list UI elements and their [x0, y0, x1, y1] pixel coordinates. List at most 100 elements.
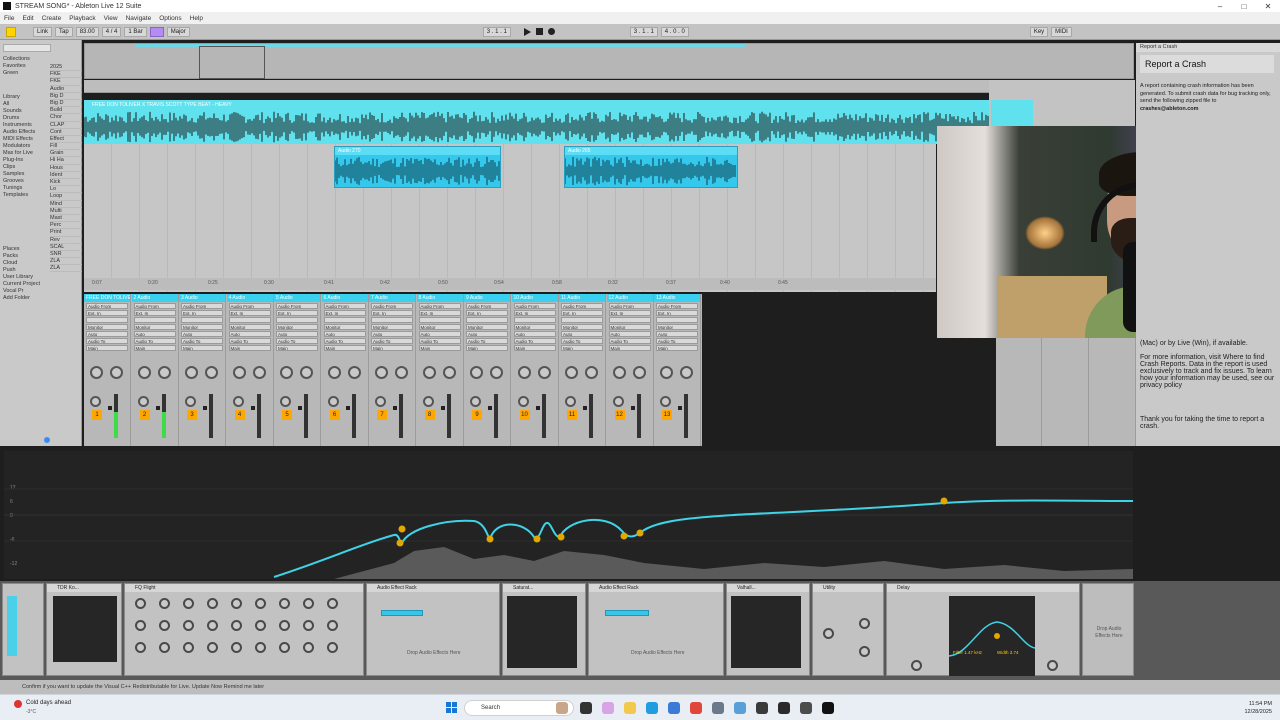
- time-ruler[interactable]: 0:07 0:20 0:25 0:30 0:41 0:42 0:50 0:54 …: [84, 278, 936, 290]
- pan-knob[interactable]: [470, 366, 483, 379]
- browser-file-item[interactable]: Mast: [50, 215, 82, 223]
- pan-knob[interactable]: [660, 366, 673, 379]
- loop-start[interactable]: 3 . 1 . 1: [629, 26, 658, 37]
- output-select[interactable]: Main: [228, 345, 271, 351]
- eq-parameter-knob[interactable]: [279, 598, 290, 609]
- pan-knob[interactable]: [137, 366, 151, 379]
- input-channel-select[interactable]: [371, 317, 413, 323]
- browser-file-item[interactable]: ZLA: [50, 265, 82, 273]
- browser-file-item[interactable]: Lo: [50, 186, 82, 194]
- dry-wet-knob[interactable]: [1047, 660, 1058, 671]
- menu-create[interactable]: Create: [38, 15, 66, 22]
- mixer-channel[interactable]: 6 Audio Audio From Ext. In Monitor Auto Audio…: [321, 294, 369, 446]
- library-item[interactable]: Audio Effects: [3, 129, 45, 136]
- weather-widget[interactable]: Cold days ahead -3°C: [14, 700, 71, 715]
- places-item[interactable]: Push: [3, 267, 45, 274]
- output-select[interactable]: Main: [181, 345, 223, 351]
- mixer-channel[interactable]: FREE DON TOLIVER Audio From Ext. In Monitor…: [84, 294, 131, 446]
- pan-knob[interactable]: [517, 366, 531, 379]
- device-valhalla[interactable]: Valhall...: [726, 583, 810, 676]
- library-item[interactable]: All: [3, 101, 45, 108]
- eq-band-handle[interactable]: [533, 535, 541, 543]
- browser-file-item[interactable]: Grain: [50, 150, 82, 158]
- monitor-select[interactable]: Auto: [228, 331, 271, 337]
- eq-parameter-knob[interactable]: [279, 620, 290, 631]
- volume-knob[interactable]: [185, 396, 196, 407]
- channel-name[interactable]: 6 Audio: [321, 294, 368, 302]
- eq-parameter-knob[interactable]: [183, 598, 194, 609]
- send-knob[interactable]: [680, 366, 693, 379]
- input-channel-select[interactable]: [513, 317, 556, 323]
- channel-name[interactable]: 10 Audio: [511, 294, 558, 302]
- pan-knob[interactable]: [422, 366, 436, 379]
- places-item[interactable]: User Library: [3, 274, 45, 281]
- monitor-select[interactable]: Auto: [466, 331, 508, 337]
- library-item[interactable]: Sounds: [3, 108, 45, 115]
- browser-file-item[interactable]: Hi Ha: [50, 157, 82, 165]
- collection-favorites[interactable]: Favorites: [3, 63, 45, 70]
- chrome-icon[interactable]: [690, 702, 702, 714]
- library-item[interactable]: Tunings: [3, 185, 45, 192]
- output-select[interactable]: Main: [418, 345, 461, 351]
- browser-file-item[interactable]: Kick: [50, 179, 82, 187]
- input-channel-select[interactable]: [133, 317, 176, 323]
- track-activator[interactable]: 9: [472, 410, 482, 420]
- track-activator[interactable]: 10: [519, 410, 530, 420]
- monitor-select[interactable]: Auto: [656, 331, 698, 337]
- send-knob[interactable]: [395, 366, 408, 379]
- menu-options[interactable]: Options: [155, 15, 185, 22]
- device-audio-effect-rack-2[interactable]: Audio Effect Rack Drop Audio Effects Her…: [588, 583, 724, 676]
- channel-name[interactable]: 13 Audio: [654, 294, 700, 302]
- input-channel-select[interactable]: [323, 317, 366, 323]
- channel-name[interactable]: 12 Audio: [606, 294, 653, 302]
- arrangement-lanes[interactable]: Audio 270 Audio 265: [84, 144, 936, 292]
- midi-map-button[interactable]: MIDI: [1051, 26, 1072, 37]
- key-map-button[interactable]: Key: [1029, 26, 1049, 37]
- rack-chain[interactable]: [381, 610, 423, 616]
- overview-loop-region[interactable]: [199, 46, 265, 79]
- send-knob[interactable]: [205, 366, 218, 379]
- eq-parameter-knob[interactable]: [231, 642, 242, 653]
- input-type-select[interactable]: Ext. In: [513, 310, 556, 316]
- volume-fader[interactable]: [250, 406, 255, 410]
- places-item[interactable]: Vocal Pr: [3, 288, 45, 295]
- track-activator[interactable]: 4: [234, 410, 245, 420]
- gain-knob[interactable]: [859, 618, 870, 629]
- input-channel-select[interactable]: [276, 317, 318, 323]
- monitor-select[interactable]: Auto: [418, 331, 461, 337]
- volume-fader[interactable]: [298, 406, 302, 410]
- eq-parameter-knob[interactable]: [135, 620, 146, 631]
- monitor-select[interactable]: Auto: [513, 331, 556, 337]
- browser-file-item[interactable]: 2025: [50, 64, 82, 72]
- taskbar-clock[interactable]: 11:54 PM 12/28/2025: [1244, 700, 1272, 716]
- eq-parameter-knob[interactable]: [159, 642, 170, 653]
- eq-display[interactable]: 12 6 0 -6 -12: [4, 451, 1133, 579]
- device-drop-zone[interactable]: Drop Audio Effects Here: [1082, 583, 1134, 676]
- ableton-taskbar-icon[interactable]: [822, 702, 834, 714]
- eq-parameter-knob[interactable]: [303, 642, 314, 653]
- volume-knob[interactable]: [660, 396, 671, 407]
- track-activator[interactable]: 2: [139, 410, 150, 420]
- output-select[interactable]: Main: [656, 345, 698, 351]
- eq-band-handle[interactable]: [940, 497, 948, 505]
- input-channel-select[interactable]: [228, 317, 271, 323]
- return-channel-b[interactable]: [1043, 338, 1089, 446]
- browser-file-item[interactable]: Print: [50, 229, 82, 237]
- input-channel-select[interactable]: [466, 317, 508, 323]
- browser-file-item[interactable]: Ident: [50, 172, 82, 179]
- pan-knob[interactable]: [327, 366, 341, 379]
- browser-file-item[interactable]: Fill: [50, 143, 82, 151]
- send-knob[interactable]: [585, 366, 598, 379]
- channel-name[interactable]: 8 Audio: [416, 294, 463, 302]
- arrangement-position[interactable]: 3 . 1 . 1: [482, 26, 511, 37]
- crash-email[interactable]: crashes@ableton.com: [1140, 106, 1199, 112]
- browser-search-input[interactable]: [3, 44, 51, 52]
- drop-zone[interactable]: Drop Audio Effects Here: [1089, 626, 1129, 640]
- folder-icon[interactable]: [6, 26, 16, 37]
- plugin-window[interactable]: [507, 596, 577, 668]
- drop-zone[interactable]: Drop Audio Effects Here: [407, 650, 461, 656]
- obs-icon[interactable]: [756, 702, 768, 714]
- library-item[interactable]: Drums: [3, 115, 45, 122]
- monitor-select[interactable]: Auto: [608, 331, 651, 337]
- eq-parameter-knob[interactable]: [207, 642, 218, 653]
